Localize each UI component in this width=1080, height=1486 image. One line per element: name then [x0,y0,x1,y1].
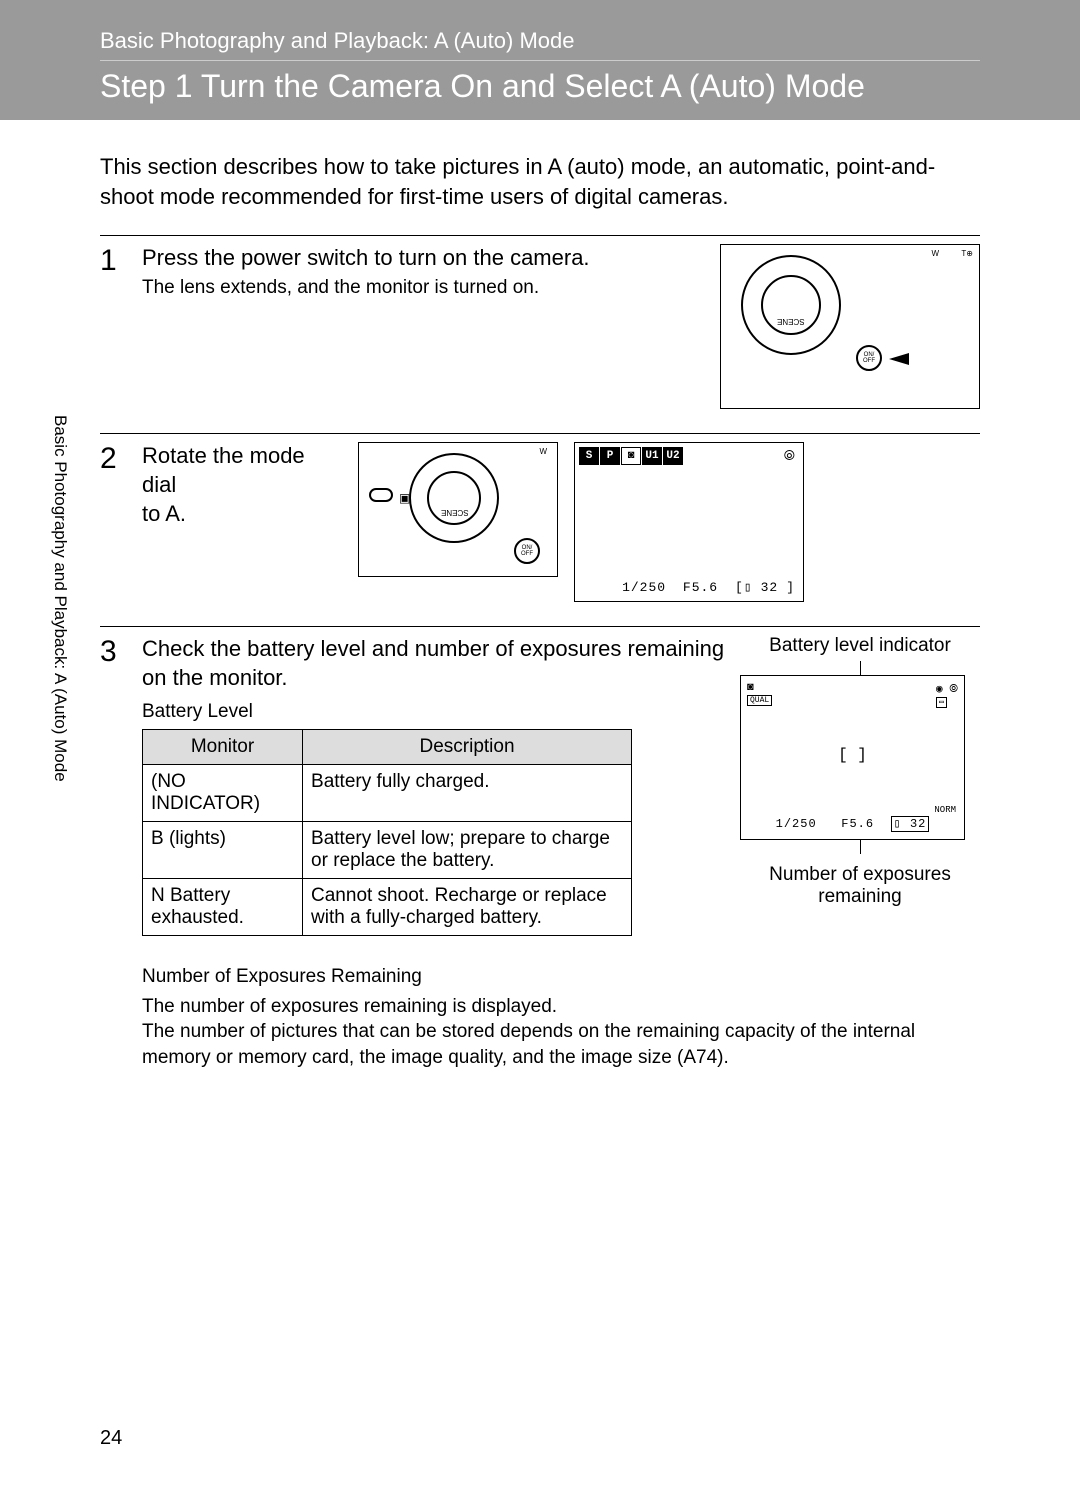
step-3: 3 Check the battery level and number of … [100,626,980,1070]
cell-description: Battery fully charged. [303,764,632,821]
callout-line [860,840,861,854]
breadcrumb: Basic Photography and Playback: A (Auto)… [100,28,980,61]
lcd-mode-u2: U2 [663,447,683,465]
lcd2-frames: 32 [910,817,926,831]
lcd2-aperture: F5.6 [841,817,874,831]
noe-title: Number of Exposures Remaining [142,966,980,988]
step-3-number: 3 [100,635,124,1070]
exposures-remaining-label: Number of exposures remaining [740,864,980,908]
on-off-icon: ON/OFF [514,538,540,564]
cell-description: Cannot shoot. Recharge or replace with a… [303,878,632,935]
lcd2-bottom-info: 1/250 F5.6 ▯ 32 [741,816,964,831]
lcd-mode-p: P [600,447,620,465]
lcd-shutter: 1/250 [622,580,666,595]
step-1-number: 1 [100,244,124,409]
table-header-monitor: Monitor [143,729,303,764]
table-header-description: Description [303,729,632,764]
cell-description: Battery level low; prepare to charge or … [303,821,632,878]
battery-icon: ◉ [936,684,943,696]
lcd-frames: 32 [761,580,779,595]
lcd-mode-u1: U1 [642,447,662,465]
side-tab: Basic Photography and Playback: A (Auto)… [50,415,70,782]
qual-badge: QUAL [747,695,772,706]
page-title: Step 1 Turn the Camera On and Select A (… [100,68,865,105]
step-1: 1 Press the power switch to turn on the … [100,235,980,409]
intro-text: This section describes how to take pictu… [100,152,980,211]
step-3-title: Check the battery level and number of ex… [142,635,726,692]
page-number: 24 [100,1427,122,1450]
step-1-sub: The lens extends, and the monitor is tur… [142,277,710,299]
lcd2-focus-brackets: [ ] [741,746,964,764]
table-row: (NO INDICATOR) Battery fully charged. [143,764,632,821]
noe-line2: The number of pictures that can be store… [142,1019,980,1070]
camera-body-icon [369,488,393,502]
norm-badge: NORM [934,805,956,815]
cell-monitor: B (lights) [143,821,303,878]
step-2-title-l2: to A. [142,500,342,529]
cell-monitor: (NO INDICATOR) [143,764,303,821]
table-row: B (lights) Battery level low; prepare to… [143,821,632,878]
breadcrumb-text: Basic Photography and Playback: A (Auto)… [100,28,575,53]
vr-icon: ⦾ [784,449,795,465]
card-icon: ▭ [936,697,947,708]
battery-indicator-label: Battery level indicator [740,635,980,657]
lcd2-shutter: 1/250 [776,817,817,831]
content: This section describes how to take pictu… [100,152,980,1070]
lcd-mode-strip: S P ◙ U1 U2 [579,447,683,465]
lcd-mode-cam-icon: ◙ [621,447,641,465]
battery-level-heading: Battery Level [142,701,726,723]
lcd-aperture: F5.6 [683,580,718,595]
arrow-icon [889,353,909,365]
step-1-title: Press the power switch to turn on the ca… [142,244,710,273]
noe-line1: The number of exposures remaining is dis… [142,994,980,1020]
lcd-exposure-info: 1/250 F5.6 [▯32] [614,580,795,595]
lcd2-topleft: ◙ QUAL [747,682,772,706]
lcd-panel-status: ◙ QUAL ◉ ⦾ ▭ [ ] NORM 1/250 F5.6 ▯ [740,675,965,840]
step-2: 2 Rotate the mode dial to A. ▣ ON/OFF W … [100,433,980,602]
lcd-frames-icon: [▯ [735,580,753,595]
exposures-remaining-section: Number of Exposures Remaining The number… [142,966,980,1071]
cell-monitor: N Battery exhausted. [143,878,303,935]
step-2-title-l1: Rotate the mode dial [142,442,342,499]
callout-line [860,661,861,675]
power-switch-illustration: ON/OFF W T⊕ SCENE [720,244,980,409]
camera-icon: ▣ [399,491,410,505]
step-2-number: 2 [100,442,124,602]
on-off-icon: ON/OFF [856,345,882,371]
table-row: N Battery exhausted. Cannot shoot. Recha… [143,878,632,935]
lcd2-topright: ◉ ⦾ ▭ [936,682,958,708]
lcd-panel-mode: S P ◙ U1 U2 ⦾ 1/250 F5.6 [▯32] [574,442,804,602]
mode-dial-illustration: ▣ ON/OFF W SCENE [358,442,558,577]
vr-icon: ⦾ [949,684,958,696]
table-row: Monitor Description [143,729,632,764]
battery-level-table: Monitor Description (NO INDICATOR) Batte… [142,729,632,936]
camera-icon: ◙ [747,682,754,694]
lcd-mode-s: S [579,447,599,465]
